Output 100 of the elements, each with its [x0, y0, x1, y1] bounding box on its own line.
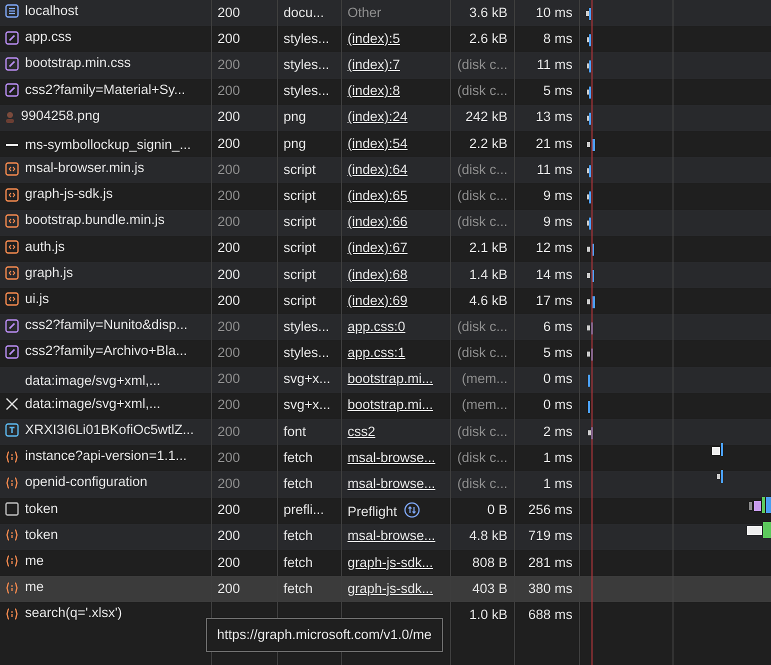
request-time: 5 ms: [543, 345, 572, 360]
request-time: 12 ms: [536, 240, 572, 256]
transfer-size: 3.6 kB: [469, 4, 508, 20]
request-time: 11 ms: [536, 162, 572, 177]
request-time: 11 ms: [536, 57, 572, 72]
status-code: 200: [218, 57, 240, 72]
request-time: 17 ms: [536, 292, 572, 308]
initiator-link[interactable]: css2: [348, 424, 376, 439]
resource-type: script: [284, 214, 316, 230]
resource-type: styles...: [284, 30, 330, 46]
status-code: 200: [218, 450, 240, 465]
resource-type: docu...: [284, 4, 324, 20]
status-code: 200: [218, 397, 240, 412]
request-name[interactable]: me: [25, 580, 44, 595]
resource-type: styles...: [284, 57, 330, 72]
request-time: 0 ms: [543, 397, 572, 412]
status-code: 200: [218, 188, 240, 203]
transfer-size: (mem...: [462, 371, 508, 386]
request-time: 688 ms: [528, 606, 572, 622]
request-time: 256 ms: [528, 502, 572, 518]
request-name[interactable]: graph.js: [25, 266, 74, 281]
url-tooltip: https://graph.microsoft.com/v1.0/me: [206, 618, 443, 652]
transfer-size: 808 B: [472, 554, 508, 570]
resource-type: font: [284, 424, 306, 439]
request-time: 13 ms: [536, 109, 572, 124]
status-code: 200: [218, 240, 240, 256]
transfer-size: (disk c...: [457, 450, 508, 465]
transfer-size: (disk c...: [457, 424, 508, 439]
transfer-size: (disk c...: [457, 162, 508, 177]
resource-type: fetch: [284, 528, 313, 544]
request-name[interactable]: auth.js: [25, 240, 65, 254]
request-name[interactable]: ui.js: [25, 292, 50, 307]
status-code: 200: [218, 266, 240, 282]
resource-type: png: [284, 136, 306, 151]
status-code: 200: [218, 502, 240, 518]
resource-type: prefli...: [284, 502, 324, 518]
status-code: 200: [218, 30, 240, 46]
resource-type: styles...: [284, 318, 330, 334]
transfer-size: (disk c...: [457, 476, 508, 492]
request-time: 6 ms: [543, 318, 572, 334]
transfer-size: (disk c...: [457, 188, 508, 203]
transfer-size: 242 kB: [465, 109, 508, 124]
initiator-text: Other: [348, 4, 382, 20]
transfer-size: (mem...: [462, 397, 508, 412]
request-name[interactable]: token: [25, 528, 58, 543]
request-time: 5 ms: [543, 83, 572, 98]
resource-type: styles...: [284, 345, 330, 360]
request-time: 380 ms: [528, 580, 572, 596]
status-code: 200: [218, 136, 240, 151]
status-code: 200: [218, 424, 240, 439]
status-code: 200: [218, 580, 240, 596]
request-time: 9 ms: [543, 214, 572, 230]
request-time: 1 ms: [543, 476, 572, 492]
resource-type: script: [284, 240, 316, 256]
resource-type: svg+x...: [284, 371, 330, 386]
resource-type: script: [284, 162, 316, 177]
resource-type: styles...: [284, 83, 330, 98]
request-time: 1 ms: [543, 450, 572, 465]
resource-type: png: [284, 109, 306, 124]
transfer-size: 2.1 kB: [469, 240, 508, 256]
preflight-icon[interactable]: [404, 502, 420, 518]
status-code: 200: [218, 214, 240, 230]
transfer-size: (disk c...: [457, 345, 508, 360]
status-code: 200: [218, 554, 240, 570]
request-time: 281 ms: [528, 554, 572, 570]
status-code: 200: [218, 292, 240, 308]
request-time: 2 ms: [543, 424, 572, 439]
request-name[interactable]: me: [25, 554, 44, 569]
transfer-size: 1.4 kB: [469, 266, 508, 282]
status-code: 200: [218, 83, 240, 98]
request-time: 0 ms: [543, 371, 572, 386]
status-code: 200: [218, 528, 240, 544]
status-code: 200: [218, 371, 240, 386]
status-code: 200: [218, 109, 240, 124]
transfer-size: 403 B: [472, 580, 508, 596]
request-time: 719 ms: [528, 528, 572, 544]
transfer-size: (disk c...: [457, 214, 508, 230]
resource-type: script: [284, 292, 316, 308]
request-name[interactable]: app.css: [25, 30, 72, 45]
resource-type: fetch: [284, 580, 313, 596]
resource-type: fetch: [284, 450, 313, 465]
transfer-size: (disk c...: [457, 57, 508, 72]
request-time: 10 ms: [536, 4, 572, 20]
transfer-size: (disk c...: [457, 83, 508, 98]
request-time: 8 ms: [543, 30, 572, 46]
request-name[interactable]: token: [25, 502, 58, 516]
status-code: 200: [218, 476, 240, 492]
request-time: 21 ms: [536, 136, 572, 151]
transfer-size: 2.6 kB: [469, 30, 508, 46]
request-time: 9 ms: [543, 188, 572, 203]
resource-type: script: [284, 188, 316, 203]
status-code: 200: [218, 162, 240, 177]
request-name[interactable]: localhost: [25, 4, 78, 19]
transfer-size: (disk c...: [457, 318, 508, 334]
transfer-size: 0 B: [487, 502, 508, 518]
transfer-size: 1.0 kB: [469, 606, 508, 622]
resource-type: fetch: [284, 476, 313, 492]
status-code: 200: [218, 4, 240, 20]
status-code: 200: [218, 318, 240, 334]
initiator-text: Preflight: [348, 504, 398, 519]
